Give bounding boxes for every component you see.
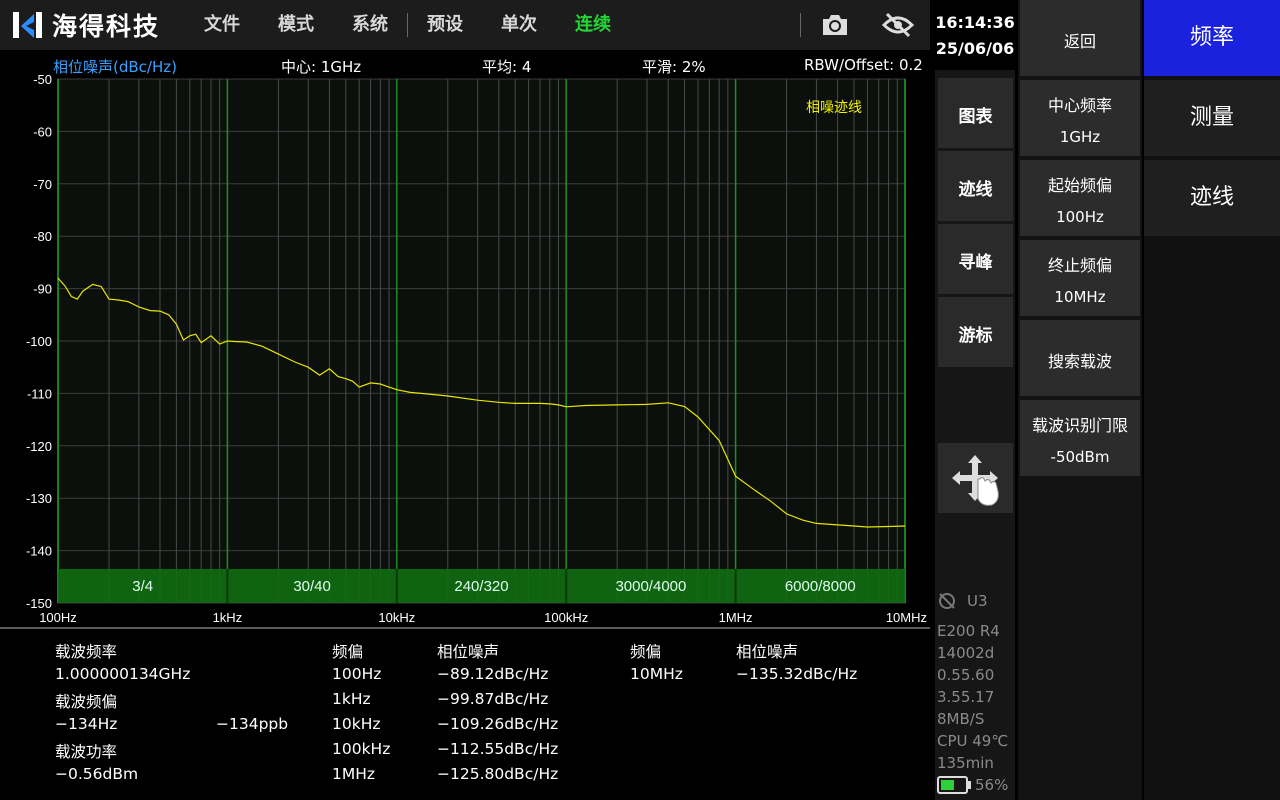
menu-preset[interactable]: 预设 [408,0,482,50]
x-tick-label: 10MHz [886,610,927,625]
battery-percent: 56% [975,776,1009,794]
cpu-temp: CPU 49℃ [937,732,1009,750]
y-tick-label: -90 [33,282,52,297]
rate-text: 8MB/S [937,710,985,728]
table-divider [0,627,930,629]
menu-continuous[interactable]: 连续 [556,0,630,50]
camera-icon[interactable] [817,8,853,42]
rotate-lock-icon [939,593,955,609]
carrier-power-value: −0.56dBm [55,765,139,783]
version-1: 0.55.60 [937,666,995,684]
main-menu: 文件 模式 系统 预设 单次 连续 [185,0,630,50]
peak-search-button[interactable]: 寻峰 [938,224,1013,294]
start-offset-button[interactable]: 起始频偏 100Hz [1020,160,1140,236]
offset-cell: 10kHz [332,715,381,733]
stop-offset-button[interactable]: 终止频偏 10MHz [1020,240,1140,316]
model-text: E200 R4 [937,622,1000,640]
phase-noise-chart[interactable]: -50 -60 -70 -80 -90 -100 -110 -120 -130 -140 -150 3… [0,70,930,630]
back-button[interactable]: 返回 [1020,0,1140,76]
system-info: U3 E200 R4 14002d 0.55.60 3.55.17 8MB/S … [937,590,1017,796]
x-tick-label: 1kHz [213,610,243,625]
y-tick-label: -150 [26,596,52,611]
top-bar: 海得科技 文件 模式 系统 预设 单次 连续 [0,0,930,50]
logo: 海得科技 [12,8,160,42]
runtime-text: 135min [937,754,994,772]
y-tick-label: -60 [33,124,52,139]
eye-off-icon[interactable] [880,8,916,42]
carrier-offset-value: −134Hz [55,715,118,733]
move-button[interactable] [938,443,1013,513]
frequency-softkeys: 返回 中心频率 1GHz 起始频偏 100Hz 终止频偏 10MHz 搜索载波 … [1018,0,1142,800]
noise-cell: −112.55dBc/Hz [437,740,559,758]
carrier-power-label: 载波功率 [55,743,118,761]
trace-button[interactable]: 迹线 [938,151,1013,221]
noise-cell: −89.12dBc/Hz [437,665,549,683]
offset-cell: 1MHz [332,765,376,783]
noise-cell: −99.87dBc/Hz [437,690,549,708]
offset-cell: 1kHz [332,690,371,708]
logo-mark-icon [13,12,42,38]
y-tick-label: -70 [33,177,52,192]
x-tick-label: 100Hz [39,610,77,625]
noise-cell: −125.80dBc/Hz [437,765,559,783]
chart-button[interactable]: 图表 [938,78,1013,148]
carrier-threshold-button[interactable]: 载波识别门限 -50dBm [1020,400,1140,476]
carrier-freq-value: 1.000000134GHz [55,665,191,683]
offset-header: 频偏 [332,643,364,661]
y-tick-label: -140 [26,544,52,559]
menu-file[interactable]: 文件 [185,0,259,50]
main-softkeys: 频率 测量 迹线 [1144,0,1280,800]
y-tick-label: -110 [27,386,52,401]
y-tick-label: -120 [26,439,52,454]
measure-tab[interactable]: 测量 [1144,80,1280,156]
y-tick-label: -130 [26,491,52,506]
band-label: 6000/8000 [785,578,856,595]
y-tick-label: -80 [33,229,52,244]
menu-system[interactable]: 系统 [333,0,407,50]
band-label: 3/4 [132,578,153,595]
move-hand-icon [952,455,999,506]
noise-header: 相位噪声 [437,643,500,661]
clock-time: 16:14:36 [935,13,1015,32]
frequency-tab[interactable]: 频率 [1144,0,1280,76]
clock-date: 25/06/06 [935,39,1015,58]
x-tick-label: 10kHz [378,610,415,625]
menu-single[interactable]: 单次 [482,0,556,50]
carrier-offset-label: 载波频偏 [55,693,118,711]
icon-divider [800,13,801,37]
carrier-freq-label: 载波频率 [55,643,118,661]
x-tick-label: 100kHz [544,610,588,625]
band-label: 30/40 [293,578,331,595]
y-tick-label: -50 [33,72,52,87]
offset-cell: 100kHz [332,740,391,758]
x-tick-label: 1MHz [719,610,753,625]
usb-u3-status: U3 [937,590,1017,612]
band-label: 3000/4000 [615,578,686,595]
band-label: 240/320 [454,578,508,595]
center-freq-button[interactable]: 中心频率 1GHz [1020,80,1140,156]
menu-mode[interactable]: 模式 [259,0,333,50]
clock: 16:14:36 25/06/06 [935,10,1015,62]
serial-text: 14002d [937,644,995,662]
search-carrier-button[interactable]: 搜索载波 [1020,320,1140,396]
carrier-offset-ppb: −134ppb [216,715,289,733]
logo-text: 海得科技 [52,12,161,41]
offset-cell: 100Hz [332,665,382,683]
battery-status: 56% [937,774,1017,796]
version-2: 3.55.17 [937,688,995,706]
battery-icon [937,776,971,794]
legend-label: 相噪迹线 [806,100,862,116]
y-tick-label: -100 [26,334,52,349]
noise-cell: −109.26dBc/Hz [437,715,559,733]
noise-header-2: 相位噪声 [736,643,799,661]
noise-cell: −135.32dBc/Hz [736,665,858,683]
trace-tab[interactable]: 迹线 [1144,160,1280,236]
marker-button[interactable]: 游标 [938,297,1013,367]
offset-cell: 10MHz [630,665,683,683]
offset-header-2: 频偏 [630,643,662,661]
